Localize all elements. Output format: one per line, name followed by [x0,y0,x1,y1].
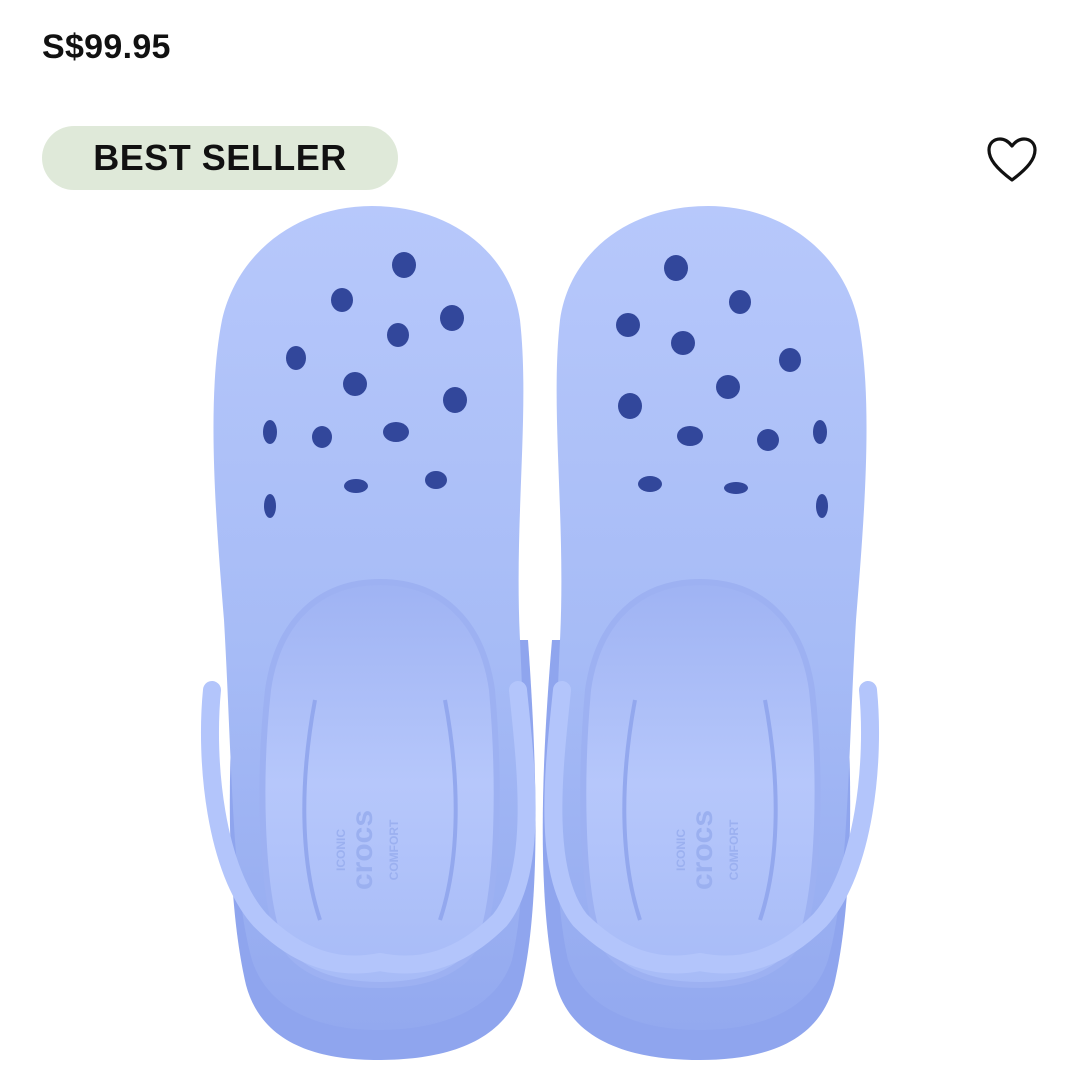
insole-line1-right: ICONIC [674,829,688,871]
heart-outline-icon [987,137,1037,182]
product-card[interactable]: S$99.95 BEST SELLER crocs ICONIC COMFORT… [0,0,1080,1080]
right-shoe: crocs ICONIC COMFORT [542,206,880,1060]
product-image[interactable]: crocs ICONIC COMFORT crocs ICONIC COMFOR… [0,190,1080,1080]
product-price: S$99.95 [42,28,171,66]
insole-line2-left: COMFORT [387,819,401,880]
insole-brand-left: crocs [346,810,379,890]
best-seller-badge: BEST SELLER [42,126,398,190]
wishlist-button[interactable] [982,132,1042,188]
left-shoe: crocs ICONIC COMFORT [200,206,536,1060]
insole-brand-right: crocs [686,810,719,890]
insole-line1-left: ICONIC [334,829,348,871]
insole-line2-right: COMFORT [727,819,741,880]
